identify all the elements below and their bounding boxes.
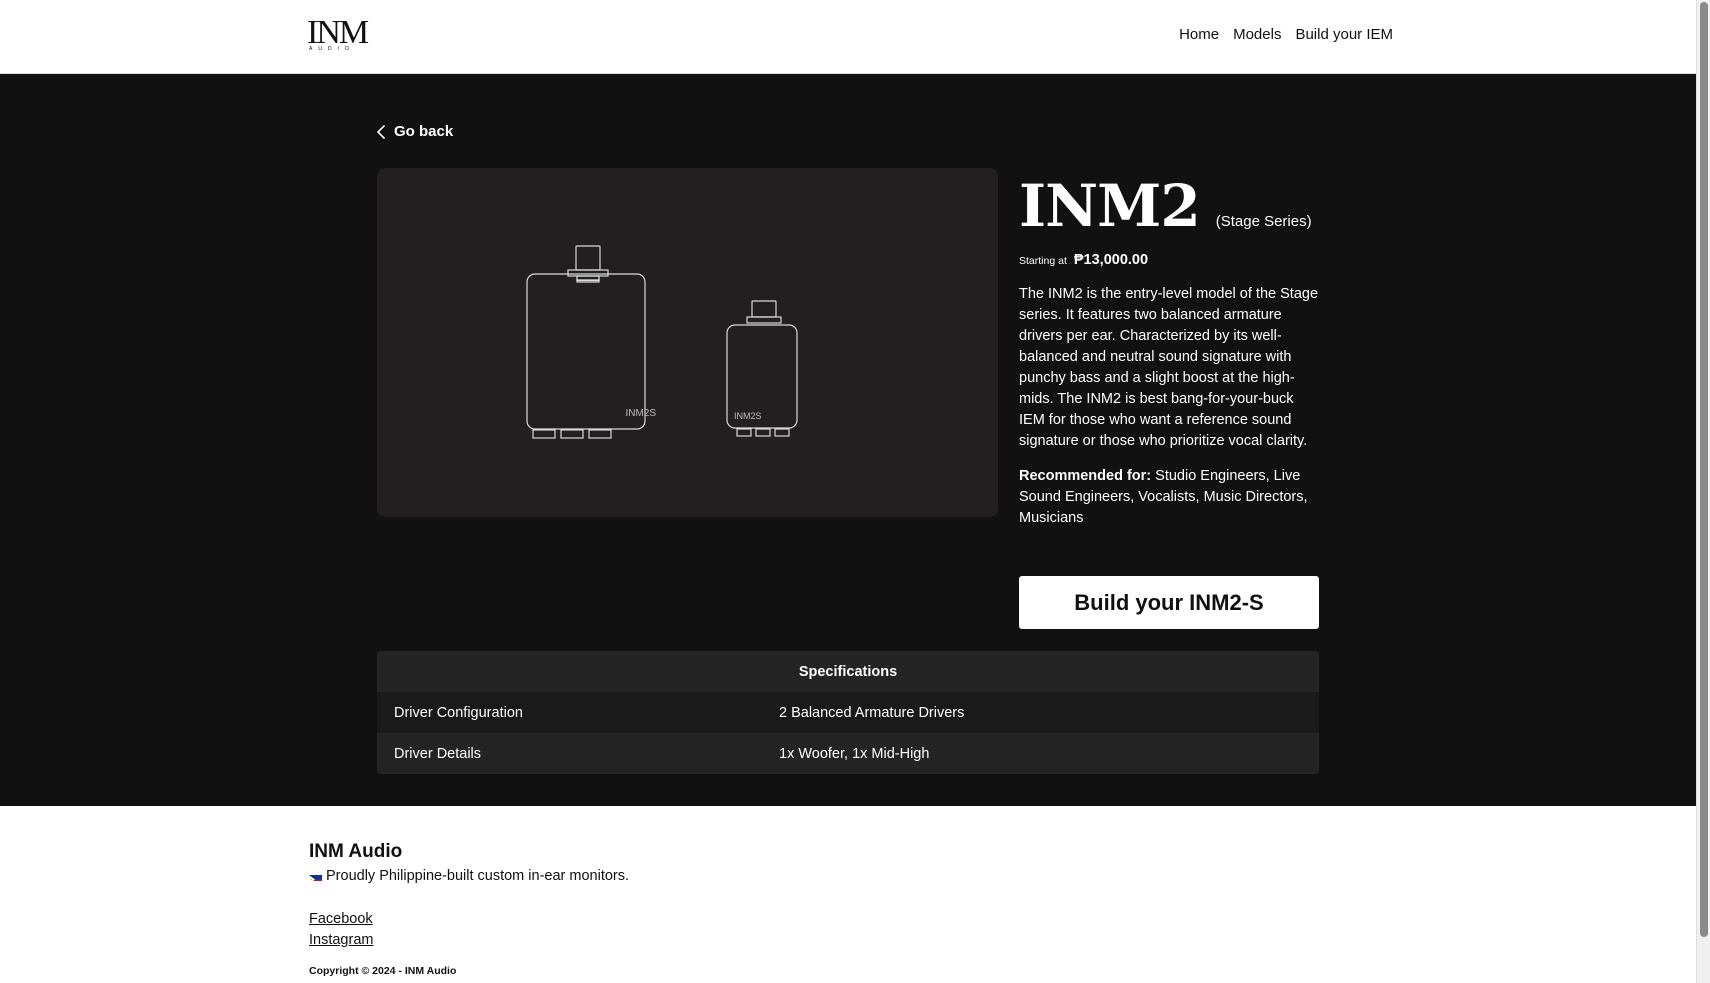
build-model-button[interactable]: Build your INM2-S bbox=[1019, 576, 1319, 629]
chevron-left-icon bbox=[377, 124, 385, 139]
title-row: INM2 (Stage Series) bbox=[1019, 174, 1319, 238]
price-label: Starting at bbox=[1019, 255, 1067, 267]
logo-subtext: AUDIO bbox=[309, 46, 355, 52]
spec-key: Driver Details bbox=[394, 745, 482, 762]
small-shell-label: INM2S bbox=[734, 411, 762, 421]
footer-links: Facebook Instagram bbox=[309, 909, 373, 951]
footer-tagline-row: Proudly Philippine-built custom in-ear m… bbox=[309, 868, 629, 884]
footer-tagline: Proudly Philippine-built custom in-ear m… bbox=[326, 868, 630, 884]
spec-value: 2 Balanced Armature Drivers bbox=[779, 704, 965, 721]
philippine-flag-icon bbox=[309, 872, 322, 881]
product-series: (Stage Series) bbox=[1215, 213, 1312, 230]
nav-home-link[interactable]: Home bbox=[1179, 26, 1219, 43]
product-description: The INM2 is the entry-level model of the… bbox=[1019, 286, 1319, 449]
facebook-link[interactable]: Facebook bbox=[309, 909, 373, 930]
specifications-table: Specifications Driver Configuration 2 Ba… bbox=[377, 651, 1319, 774]
product-image-card: INM2S INM2S bbox=[377, 168, 998, 517]
scrollbar-thumb[interactable] bbox=[1700, 2, 1708, 937]
product-info: INM2 (Stage Series) Starting at ₱13,000.… bbox=[1019, 174, 1319, 529]
nav-build-link[interactable]: Build your IEM bbox=[1295, 26, 1393, 43]
nav-models-link[interactable]: Models bbox=[1233, 26, 1281, 43]
price-value: ₱13,000.00 bbox=[1073, 252, 1149, 268]
site-header: INM AUDIO Home Models Build your IEM bbox=[0, 0, 1696, 74]
table-row: Driver Configuration 2 Balanced Armature… bbox=[377, 692, 1319, 733]
specifications-heading: Specifications bbox=[377, 651, 1319, 692]
table-row: Driver Details 1x Woofer, 1x Mid-High bbox=[377, 733, 1319, 774]
large-shell-label: INM2S bbox=[625, 408, 656, 419]
inm-logo[interactable]: INM AUDIO bbox=[307, 14, 371, 53]
iem-illustration: INM2S INM2S bbox=[526, 245, 798, 439]
small-shell-drawing: INM2S bbox=[726, 300, 798, 437]
large-shell-drawing: INM2S bbox=[526, 245, 656, 439]
copyright-text: Copyright © 2024 - INM Audio bbox=[309, 965, 457, 977]
spec-key: Driver Configuration bbox=[394, 704, 523, 721]
site-footer: INM Audio Proudly Philippine-built custo… bbox=[0, 806, 1696, 983]
product-title: INM2 bbox=[1019, 172, 1201, 240]
page-scrollbar[interactable] bbox=[1696, 0, 1710, 983]
main-nav: Home Models Build your IEM bbox=[1179, 26, 1393, 43]
spec-value: 1x Woofer, 1x Mid-High bbox=[779, 745, 930, 762]
recommended-for: Recommended for: Studio Engineers, Live … bbox=[1019, 466, 1319, 529]
footer-brand: INM Audio bbox=[309, 841, 403, 862]
go-back-link[interactable]: Go back bbox=[376, 123, 453, 140]
logo-text: INM bbox=[307, 14, 369, 51]
recommended-label: Recommended for: bbox=[1019, 468, 1152, 484]
product-section: Go back INM2S INM2S INM2 (Stage Series) … bbox=[0, 74, 1696, 806]
price-row: Starting at ₱13,000.00 bbox=[1019, 252, 1319, 268]
go-back-label: Go back bbox=[394, 123, 454, 140]
instagram-link[interactable]: Instagram bbox=[309, 930, 373, 951]
